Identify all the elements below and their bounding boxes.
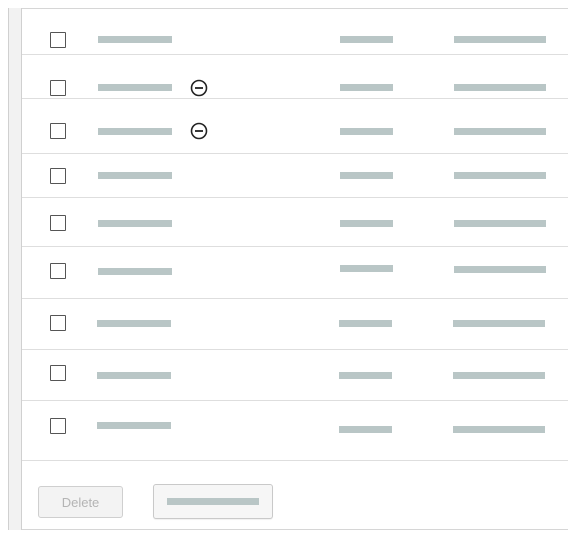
button-label-placeholder [167, 498, 259, 505]
table-row[interactable] [22, 401, 568, 461]
name-placeholder [98, 268, 172, 275]
row-checkbox[interactable] [50, 215, 66, 231]
table-row[interactable] [22, 154, 568, 198]
mid-column-placeholder [339, 320, 392, 327]
name-placeholder [98, 128, 172, 135]
right-column-placeholder [454, 266, 546, 273]
mid-column-placeholder [340, 172, 393, 179]
table-row[interactable] [22, 99, 568, 154]
row-checkbox[interactable] [50, 168, 66, 184]
table-row[interactable] [22, 9, 568, 55]
table-row[interactable] [22, 299, 568, 350]
name-placeholder [98, 172, 172, 179]
row-checkbox[interactable] [50, 365, 66, 381]
table-footer: Delete [22, 470, 568, 530]
right-column-placeholder [453, 372, 545, 379]
mid-column-placeholder [340, 36, 393, 43]
mid-column-placeholder [340, 265, 393, 272]
mid-column-placeholder [340, 220, 393, 227]
table-row[interactable] [22, 350, 568, 401]
name-placeholder [97, 320, 171, 327]
right-column-placeholder [454, 172, 546, 179]
minus-circle-icon[interactable] [190, 79, 208, 97]
panel-left-rail [8, 8, 22, 530]
name-placeholder [97, 372, 171, 379]
row-checkbox[interactable] [50, 80, 66, 96]
row-checkbox[interactable] [50, 263, 66, 279]
mid-column-placeholder [340, 128, 393, 135]
name-placeholder [98, 84, 172, 91]
right-column-placeholder [453, 426, 545, 433]
name-placeholder [97, 422, 171, 429]
row-checkbox[interactable] [50, 32, 66, 48]
right-column-placeholder [454, 36, 546, 43]
delete-button[interactable]: Delete [38, 486, 123, 518]
right-column-placeholder [454, 220, 546, 227]
mid-column-placeholder [339, 372, 392, 379]
secondary-action-button[interactable] [153, 484, 273, 519]
row-checkbox[interactable] [50, 123, 66, 139]
name-placeholder [98, 220, 172, 227]
table-row[interactable] [22, 198, 568, 247]
mid-column-placeholder [340, 84, 393, 91]
minus-circle-icon[interactable] [190, 122, 208, 140]
right-column-placeholder [454, 84, 546, 91]
mid-column-placeholder [339, 426, 392, 433]
right-column-placeholder [453, 320, 545, 327]
table-row[interactable] [22, 247, 568, 299]
table-row[interactable] [22, 55, 568, 99]
name-placeholder [98, 36, 172, 43]
right-column-placeholder [454, 128, 546, 135]
row-checkbox[interactable] [50, 418, 66, 434]
row-checkbox[interactable] [50, 315, 66, 331]
